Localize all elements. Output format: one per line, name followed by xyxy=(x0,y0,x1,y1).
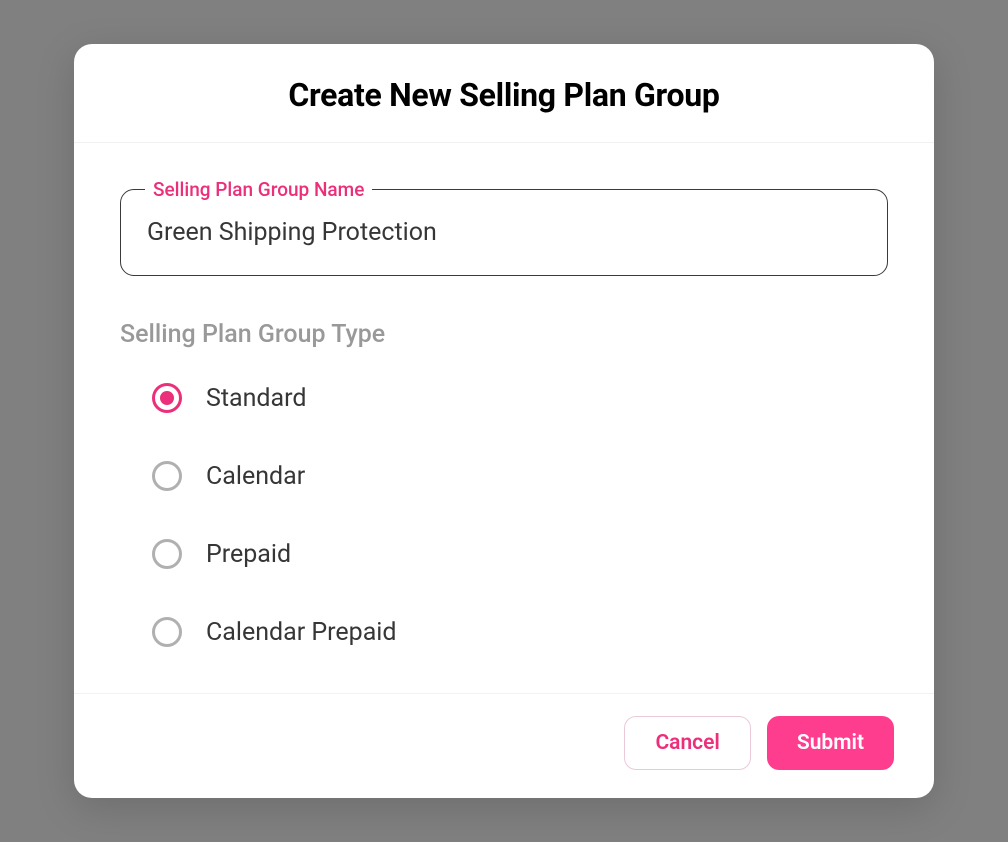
modal-footer: Cancel Submit xyxy=(74,693,934,798)
radio-label: Prepaid xyxy=(206,540,291,569)
radio-option-standard[interactable]: Standard xyxy=(152,383,888,413)
radio-label: Calendar xyxy=(206,462,305,491)
create-selling-plan-modal: Create New Selling Plan Group Selling Pl… xyxy=(74,44,934,798)
radio-icon xyxy=(152,539,182,569)
name-fieldset: Selling Plan Group Name xyxy=(120,189,888,276)
radio-label: Calendar Prepaid xyxy=(206,618,396,647)
radio-option-calendar[interactable]: Calendar xyxy=(152,461,888,491)
radio-option-prepaid[interactable]: Prepaid xyxy=(152,539,888,569)
name-field-label: Selling Plan Group Name xyxy=(145,178,372,201)
type-radio-group: Standard Calendar Prepaid Calendar Prepa… xyxy=(120,383,888,647)
selling-plan-group-name-input[interactable] xyxy=(147,218,861,247)
radio-icon xyxy=(152,383,182,413)
modal-body: Selling Plan Group Name Selling Plan Gro… xyxy=(74,143,934,693)
radio-option-calendar-prepaid[interactable]: Calendar Prepaid xyxy=(152,617,888,647)
type-section-label: Selling Plan Group Type xyxy=(120,320,888,349)
radio-icon xyxy=(152,617,182,647)
radio-icon xyxy=(152,461,182,491)
radio-label: Standard xyxy=(206,384,306,413)
submit-button[interactable]: Submit xyxy=(767,716,894,770)
modal-header: Create New Selling Plan Group xyxy=(74,44,934,143)
modal-title: Create New Selling Plan Group xyxy=(114,76,894,114)
cancel-button[interactable]: Cancel xyxy=(624,716,750,770)
